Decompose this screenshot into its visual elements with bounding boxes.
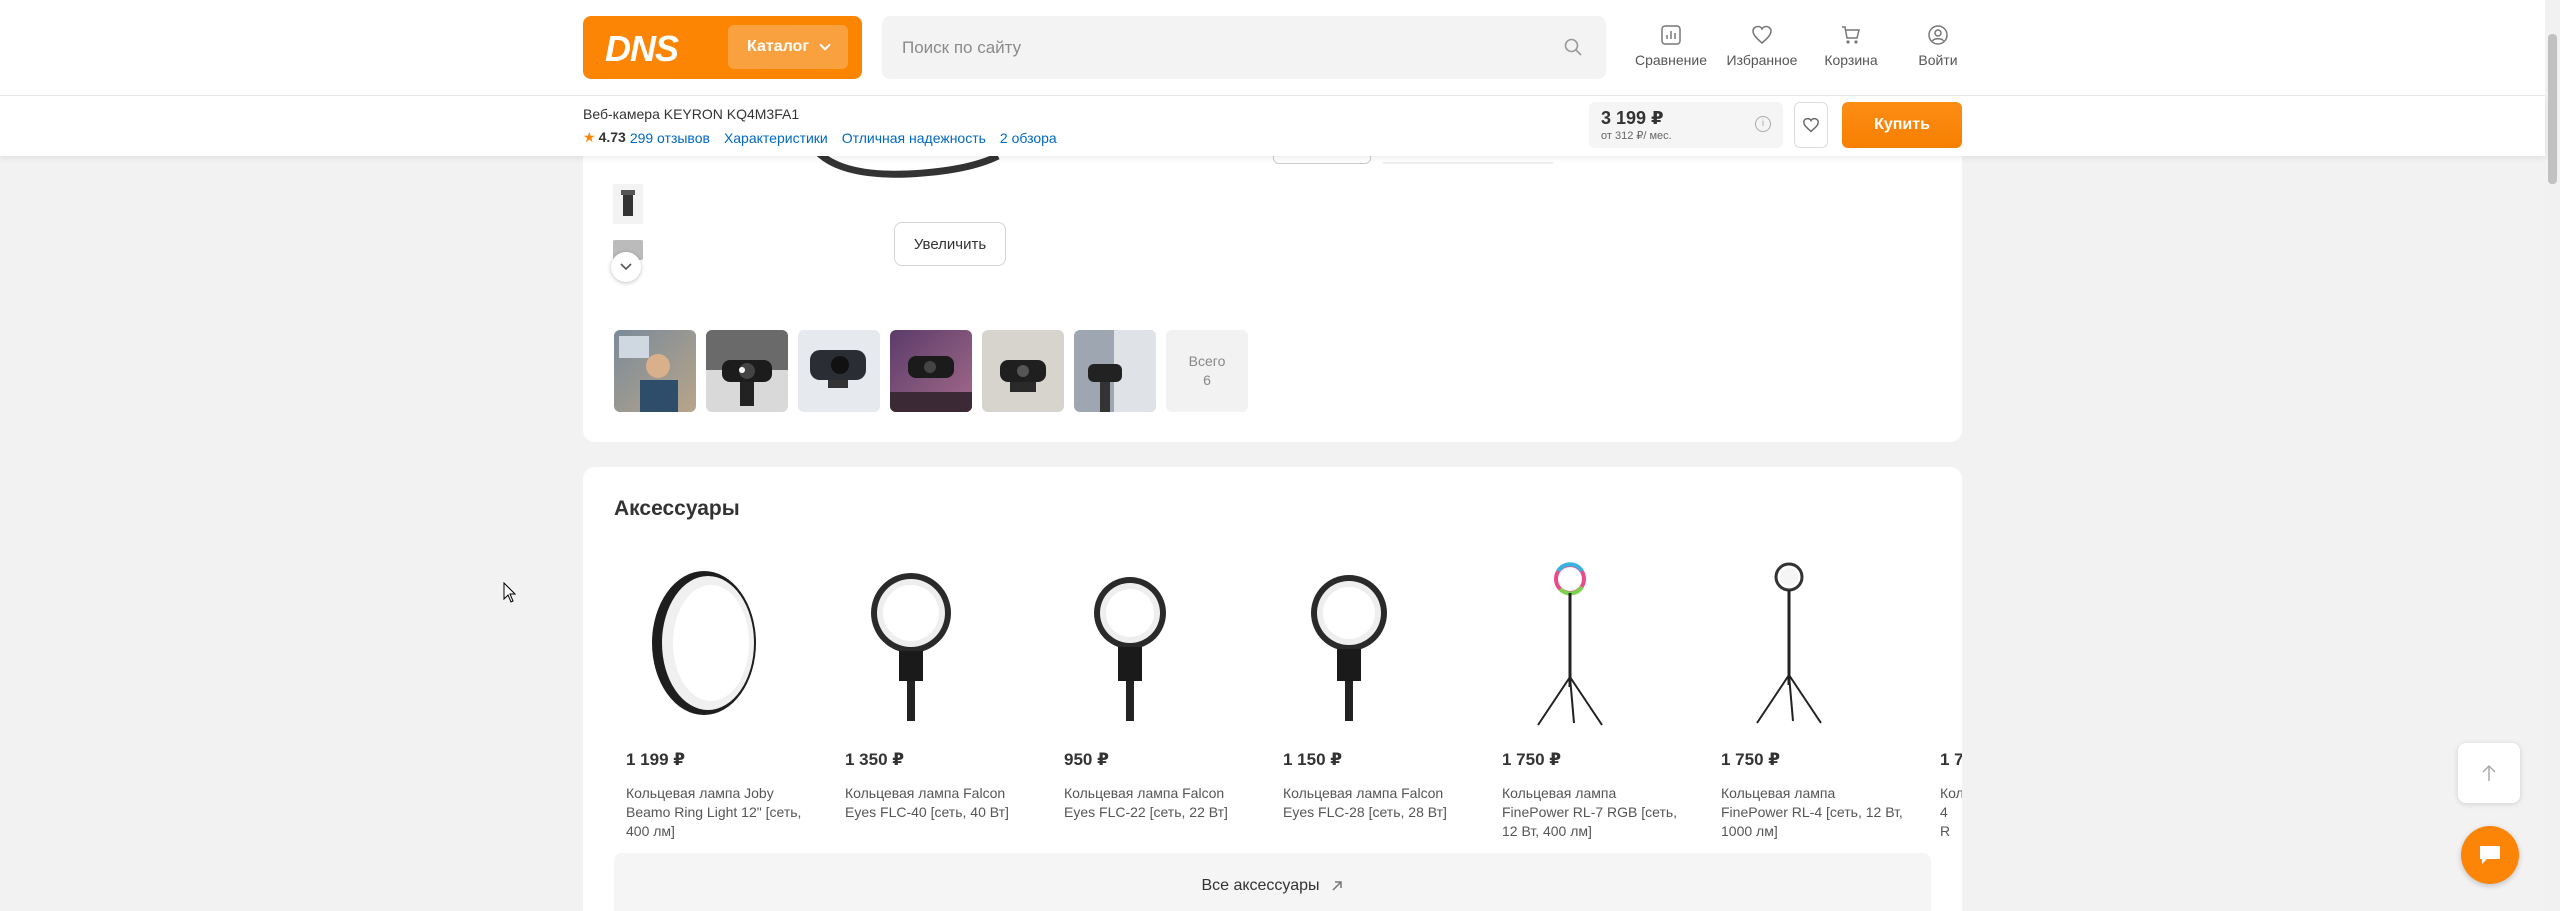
product-title: Веб-камера KEYRON KQ4M3FA1 xyxy=(583,106,800,122)
price-box: 3 199 ₽ от 312 ₽/ мес. i xyxy=(1589,102,1783,148)
logo-block: DNS Каталог xyxy=(583,16,862,79)
accessories-section: Аксессуары 1 199 ₽ Кольцевая лампа Joby … xyxy=(583,467,1962,911)
specs-link[interactable]: Характеристики xyxy=(724,130,828,146)
user-icon xyxy=(1928,25,1948,45)
info-icon[interactable]: i xyxy=(1755,116,1771,132)
accessory-card[interactable]: 1 199 ₽ Кольцевая лампа Joby Beamo Ring … xyxy=(614,557,814,841)
accessory-image xyxy=(1271,557,1471,729)
nav-cart[interactable]: Корзина xyxy=(1806,24,1896,68)
nav-cart-label: Корзина xyxy=(1824,52,1878,68)
user-photo-thumb[interactable] xyxy=(982,330,1064,412)
reviews-link[interactable]: 299 отзывов xyxy=(630,130,710,146)
heart-icon xyxy=(1803,117,1819,133)
accessory-name[interactable]: Кольцевая лампа Joby Beamo Ring Light 12… xyxy=(614,784,814,841)
all-accessories-label: Все аксессуары xyxy=(1201,877,1320,894)
catalog-label: Каталог xyxy=(747,38,809,55)
photos-total-tile[interactable]: Всего 6 xyxy=(1166,330,1248,412)
nav-login-label: Войти xyxy=(1918,52,1958,68)
search-bar xyxy=(882,16,1606,79)
buy-button[interactable]: Купить xyxy=(1842,102,1962,148)
accessory-price: 1 350 ₽ xyxy=(845,750,905,769)
accessory-name[interactable]: Кольцевая лампа Falcon Eyes FLC-28 [сеть… xyxy=(1271,784,1471,822)
page-scrollbar[interactable] xyxy=(2545,0,2560,911)
accessory-image xyxy=(1052,557,1252,729)
site-header: DNS Каталог Сравнение Избранное Корзина … xyxy=(0,0,2545,96)
accessory-image xyxy=(1928,557,1962,729)
accessory-image xyxy=(614,557,814,729)
accessory-card[interactable]: 1 750 ₽ Кольцевая лампа FinePower RL-7 R… xyxy=(1490,557,1690,841)
reliability-link[interactable]: Отличная надежность xyxy=(842,130,986,146)
accessory-name[interactable]: Кольцевая лампа Falcon Eyes FLC-22 [сеть… xyxy=(1052,784,1252,822)
mouse-cursor-icon xyxy=(503,582,517,603)
user-photo-thumb[interactable] xyxy=(706,330,788,412)
cart-icon xyxy=(1842,26,1860,44)
vertical-thumb[interactable] xyxy=(613,184,643,224)
accessory-price: 1 7 xyxy=(1940,750,1962,769)
user-photo-thumb[interactable] xyxy=(614,330,696,412)
chevron-down-icon xyxy=(819,39,831,51)
search-icon[interactable] xyxy=(1564,38,1582,56)
thumbs-scroll-down-button[interactable] xyxy=(611,252,641,282)
arrow-up-icon xyxy=(2482,764,2496,781)
nav-compare-label: Сравнение xyxy=(1635,52,1707,68)
accessory-image xyxy=(1490,557,1690,729)
accessory-price: 950 ₽ xyxy=(1064,750,1109,769)
accessory-image xyxy=(833,557,1033,729)
accessory-name[interactable]: Кольцевая лампа FinePower RL-7 RGB [сеть… xyxy=(1490,784,1690,841)
accessory-name[interactable]: Кольцевая лампа FinePower RL-4 [сеть, 12… xyxy=(1709,784,1909,841)
nav-compare[interactable]: Сравнение xyxy=(1626,24,1716,68)
nav-favorites-label: Избранное xyxy=(1726,52,1798,68)
accessory-name[interactable]: Кольцевая лампа Falcon Eyes FLC-40 [сеть… xyxy=(833,784,1033,822)
zoom-button[interactable]: Увеличить xyxy=(894,222,1006,266)
accessory-price: 1 150 ₽ xyxy=(1283,750,1343,769)
user-photo-thumb[interactable] xyxy=(890,330,972,412)
search-input[interactable] xyxy=(902,16,1522,79)
installment-price: от 312 ₽/ мес. xyxy=(1601,130,1672,142)
accessory-name[interactable]: Коль 4 R xyxy=(1928,784,1962,841)
chat-icon xyxy=(2480,846,2500,864)
compare-icon xyxy=(1661,25,1681,45)
photos-total-label: Всего xyxy=(1188,353,1226,369)
user-photo-thumb[interactable] xyxy=(798,330,880,412)
product-price: 3 199 ₽ xyxy=(1601,108,1664,128)
accessory-image xyxy=(1709,557,1909,729)
product-sticky-bar: Веб-камера KEYRON KQ4M3FA1 ★ 4.73 299 отз… xyxy=(0,96,2545,156)
product-rating[interactable]: ★ 4.73 xyxy=(583,129,626,146)
accessory-card[interactable]: 1 750 ₽ Кольцевая лампа FinePower RL-4 [… xyxy=(1709,557,1909,841)
divider xyxy=(1383,162,1553,164)
scrollbar-thumb[interactable] xyxy=(2548,34,2557,184)
all-accessories-button[interactable]: Все аксессуары xyxy=(614,853,1931,911)
arrow-up-right-icon xyxy=(1332,881,1342,891)
catalog-button[interactable]: Каталог xyxy=(728,25,848,69)
reviews-count-link[interactable]: 2 обзора xyxy=(1000,130,1057,146)
photos-total-count: 6 xyxy=(1203,372,1211,388)
star-icon: ★ xyxy=(583,129,596,145)
dns-logo[interactable]: DNS xyxy=(605,28,679,70)
accessory-price: 1 750 ₽ xyxy=(1721,750,1781,769)
chevron-down-icon xyxy=(620,263,632,271)
nav-login[interactable]: Войти xyxy=(1893,24,1983,68)
add-to-favorites-button[interactable] xyxy=(1794,102,1828,148)
nav-favorites[interactable]: Избранное xyxy=(1717,24,1807,68)
accessory-card[interactable]: 950 ₽ Кольцевая лампа Falcon Eyes FLC-22… xyxy=(1052,557,1252,822)
heart-icon xyxy=(1752,25,1772,44)
product-meta: ★ 4.73 299 отзывов Характеристики Отлична… xyxy=(583,129,1057,146)
accessory-price: 1 750 ₽ xyxy=(1502,750,1562,769)
accessory-card[interactable]: 1 150 ₽ Кольцевая лампа Falcon Eyes FLC-… xyxy=(1271,557,1471,822)
accessory-price: 1 199 ₽ xyxy=(626,750,686,769)
chat-button[interactable] xyxy=(2461,826,2519,884)
scroll-to-top-button[interactable] xyxy=(2458,743,2520,803)
accessories-title: Аксессуары xyxy=(614,497,740,520)
user-photo-thumb[interactable] xyxy=(1074,330,1156,412)
accessory-card-partial[interactable]: 1 7 Коль 4 R xyxy=(1928,557,1962,841)
accessory-card[interactable]: 1 350 ₽ Кольцевая лампа Falcon Eyes FLC-… xyxy=(833,557,1033,822)
